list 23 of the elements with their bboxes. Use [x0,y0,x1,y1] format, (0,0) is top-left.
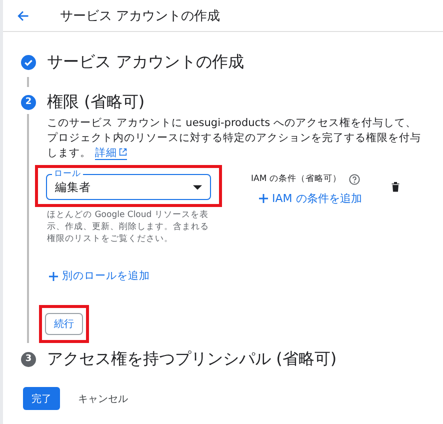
done-button[interactable]: 完了 [23,387,60,410]
trash-icon[interactable] [391,181,400,192]
learn-more-link[interactable]: 詳細 [95,147,127,160]
step-title: サービス アカウントの作成 [47,52,244,72]
back-arrow-icon[interactable] [16,8,30,22]
help-icon[interactable] [349,174,360,184]
add-role-button[interactable]: 別のロールを追加 [49,267,150,285]
add-condition-button[interactable]: IAM の条件を追加 [259,189,362,208]
step-title: 権限 (省略可) [47,92,145,112]
external-link-icon [119,148,127,156]
continue-button[interactable]: 続行 [45,313,83,335]
step-number: 3 [21,352,36,366]
step-number: 2 [21,94,36,110]
selected-value: 編集者 [55,180,91,194]
page-title: サービス アカウントの作成 [60,8,220,24]
plus-icon [49,272,58,280]
role-helper-text: ほとんどの Google Cloud リソースを表示、作成、更新、削除します。含まれる権限のリストをご覧ください。 [47,209,210,245]
description-text: このサービス アカウントに uesugi-products へのアクセス権を付与して、プロジェクト内のリソースに対する特定のアクションを完了する権限を付与します。 詳細 [47,116,422,161]
step-title: アクセス権を持つプリンシパル (省略可) [47,348,337,370]
cancel-button[interactable]: キャンセル [72,390,134,406]
plus-icon [259,194,268,203]
condition-label: IAM の条件（省略可） [251,173,342,185]
dropdown-caret-icon [193,184,202,190]
